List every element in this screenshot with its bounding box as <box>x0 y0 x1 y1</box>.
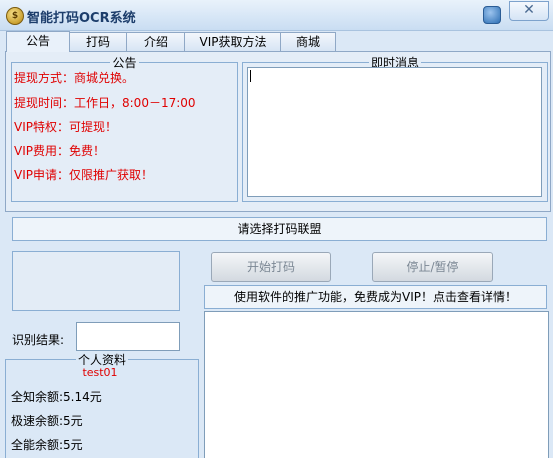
notice-line: VIP特权：可提现！ <box>14 120 117 134</box>
skin-icon[interactable] <box>483 6 501 24</box>
tab-shop[interactable]: 商城 <box>280 32 336 51</box>
profile-content: test01 全知余额:5.14元 极速余额:5元 全能余额:5元 <box>5 358 197 458</box>
balance-quanzhi: 全知余额:5.14元 <box>11 390 102 404</box>
text-cursor <box>250 70 251 82</box>
notice-line: 提现时间：工作日，8:00－17:00 <box>14 96 196 110</box>
balance-jisu: 极速余额:5元 <box>11 414 83 428</box>
promo-link[interactable]: 使用软件的推广功能，免费成为VIP！点击查看详情！ <box>204 285 547 309</box>
profile-username: test01 <box>82 366 118 379</box>
notice-line: 提现方式：商城兑换。 <box>14 71 135 85</box>
start-button[interactable]: 开始打码 <box>211 252 331 282</box>
balance-quanneng: 全能余额:5元 <box>11 438 83 452</box>
tab-intro[interactable]: 介绍 <box>126 32 186 51</box>
app-logo-icon: $ <box>6 7 24 25</box>
result-input[interactable] <box>76 322 180 351</box>
captcha-image-box <box>12 251 180 311</box>
window-title: 智能打码OCR系统 <box>27 11 136 26</box>
messages-textarea[interactable] <box>247 67 542 197</box>
tab-vip-method[interactable]: VIP获取方法 <box>184 32 282 51</box>
tab-announcement[interactable]: 公告 <box>6 31 70 52</box>
pause-button[interactable]: 停止/暂停 <box>372 252 493 282</box>
result-label: 识别结果: <box>12 333 65 347</box>
notice-line: VIP申请：仅限推广获取！ <box>14 168 153 182</box>
tab-captcha[interactable]: 打码 <box>68 32 128 51</box>
select-alliance-bar[interactable]: 请选择打码联盟 <box>12 217 547 241</box>
title-bar[interactable]: $ 智能打码OCR系统 ✕ <box>0 0 553 31</box>
close-button[interactable]: ✕ <box>509 1 549 21</box>
log-box[interactable] <box>204 311 549 458</box>
app-window: $ 智能打码OCR系统 ✕ 公告 打码 介绍 VIP获取方法 商城 公告 提现方… <box>0 0 553 458</box>
notice-line: VIP费用：免费！ <box>14 144 105 158</box>
